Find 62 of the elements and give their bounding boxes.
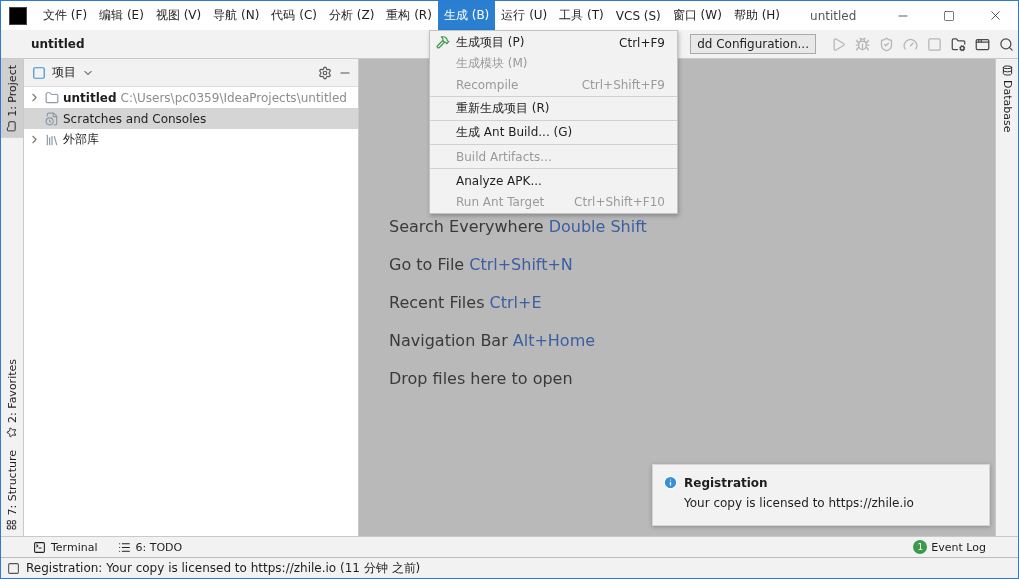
hint-label: Go to File bbox=[389, 255, 465, 274]
database-icon bbox=[1001, 65, 1013, 76]
menu-item[interactable]: 工具 (T) bbox=[553, 1, 610, 30]
todo-icon bbox=[117, 540, 131, 554]
menu-item[interactable]: 文件 (F) bbox=[37, 1, 94, 30]
app-logo-icon bbox=[9, 6, 27, 25]
menu-entry[interactable]: Analyze APK... bbox=[430, 170, 677, 191]
side-tab[interactable]: 2: Favorites bbox=[1, 352, 23, 444]
star-icon bbox=[6, 426, 18, 438]
settings-icon[interactable] bbox=[318, 65, 332, 80]
hint-shortcut: Ctrl+Shift+N bbox=[469, 255, 573, 274]
hint-shortcut: Double Shift bbox=[548, 217, 647, 236]
menu-entry[interactable]: 生成项目 (P) Ctrl+F9 bbox=[430, 32, 677, 53]
hint-label: Navigation Bar bbox=[389, 331, 508, 350]
tree-node-name: 外部库 bbox=[63, 131, 99, 148]
window-title: untitled bbox=[810, 8, 858, 23]
hint-shortcut: Alt+Home bbox=[512, 331, 596, 350]
tree-row[interactable]: untitled C:\Users\pc0359\IdeaProjects\untitled bbox=[24, 87, 358, 108]
folder-icon bbox=[6, 120, 18, 132]
event-log-button[interactable]: 1 Event Log bbox=[913, 540, 986, 554]
menu-item[interactable]: 窗口 (W) bbox=[666, 1, 728, 30]
tree-node-name: Scratches and Consoles bbox=[63, 111, 207, 126]
breadcrumb[interactable]: untitled bbox=[31, 37, 85, 51]
info-icon bbox=[663, 475, 678, 490]
menu-item[interactable]: 运行 (U) bbox=[495, 1, 554, 30]
side-tab[interactable]: 1: Project bbox=[1, 59, 23, 138]
menu-item[interactable]: 重构 (R) bbox=[380, 1, 438, 30]
library-icon bbox=[45, 132, 59, 147]
tree-node-name: untitled bbox=[63, 90, 117, 105]
scratches-icon bbox=[45, 111, 59, 126]
menu-item[interactable]: 导航 (N) bbox=[207, 1, 266, 30]
menu-entry[interactable]: 重新生成项目 (R) bbox=[430, 98, 677, 119]
menu-item[interactable]: VCS (S) bbox=[609, 1, 667, 30]
menu-item[interactable]: 帮助 (H) bbox=[727, 1, 787, 30]
menu-item[interactable]: 编辑 (E) bbox=[93, 1, 150, 30]
menu-entry[interactable]: 生成 Ant Build... (G) bbox=[430, 122, 677, 143]
panel-title[interactable]: 项目 bbox=[52, 64, 76, 81]
hint-label: Recent Files bbox=[389, 293, 485, 312]
panel-view-icon bbox=[32, 65, 46, 80]
notification-title: Registration bbox=[684, 475, 768, 490]
maximize-icon[interactable] bbox=[943, 9, 955, 22]
side-tab[interactable]: Database bbox=[996, 59, 1018, 139]
status-message: Registration: Your copy is licensed to https://zhile.io (11 分钟 之前) bbox=[26, 559, 421, 577]
configuration-button[interactable]: dd Configuration... bbox=[690, 34, 816, 54]
side-tab[interactable]: 7: Structure bbox=[1, 443, 23, 536]
structure-icon bbox=[6, 519, 18, 530]
hint-label: Drop files here to open bbox=[389, 369, 573, 388]
hint-shortcut: Ctrl+E bbox=[489, 293, 542, 312]
menu-item[interactable]: 视图 (V) bbox=[149, 1, 208, 30]
tree-row[interactable]: Scratches and Consoles bbox=[24, 108, 358, 129]
hint-label: Search Everywhere bbox=[389, 217, 544, 236]
menu-item[interactable]: 代码 (C) bbox=[265, 1, 323, 30]
menu-item[interactable]: 分析 (Z) bbox=[322, 1, 381, 30]
tree-row[interactable]: 外部库 bbox=[24, 129, 358, 150]
tool-window-button[interactable]: Terminal bbox=[33, 540, 98, 554]
menu-item[interactable]: 生成 (B) bbox=[437, 1, 496, 30]
tool-window-button[interactable]: 6: TODO bbox=[117, 540, 183, 554]
count-badge: 1 bbox=[913, 540, 928, 554]
tree-node-path: C:\Users\pc0359\IdeaProjects\untitled bbox=[120, 90, 347, 105]
notification-body: Your copy is licensed to https://zhile.io bbox=[683, 496, 915, 510]
module-icon bbox=[45, 90, 59, 105]
toggle-panels-icon[interactable] bbox=[7, 561, 20, 575]
